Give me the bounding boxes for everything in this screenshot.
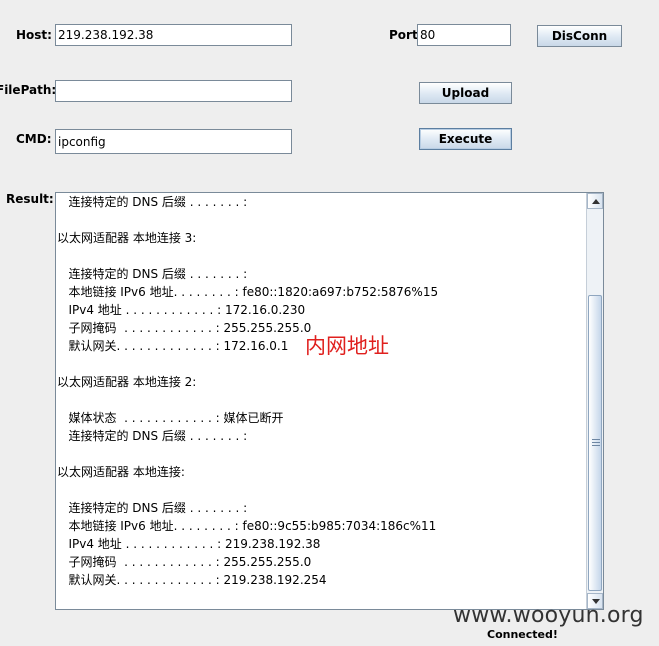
host-label: Host: (16, 28, 52, 42)
host-input[interactable] (55, 24, 292, 46)
result-line: 以太网适配器 本地连接: (57, 465, 185, 479)
result-line: 默认网关. . . . . . . . . . . . . : 219.238.… (57, 573, 327, 587)
cmd-label: CMD: (16, 132, 52, 146)
annotation-intranet-address: 内网地址 (305, 334, 389, 358)
triangle-up-icon (592, 199, 600, 204)
result-label: Result: (6, 192, 54, 206)
disconn-button[interactable]: DisConn (537, 25, 622, 47)
result-line: 媒体状态 . . . . . . . . . . . . : 媒体已断开 (57, 411, 284, 425)
result-line: 连接特定的 DNS 后缀 . . . . . . . : (57, 429, 248, 443)
filepath-label: FilePath: (0, 83, 57, 97)
filepath-input[interactable] (55, 80, 292, 102)
result-line: 连接特定的 DNS 后缀 . . . . . . . : (57, 267, 248, 281)
execute-button[interactable]: Execute (419, 128, 512, 150)
scrollbar-thumb[interactable] (588, 295, 602, 591)
result-line: 以太网适配器 本地连接 2: (57, 375, 197, 389)
result-line: IPv4 地址 . . . . . . . . . . . . : 172.16… (57, 303, 306, 317)
scroll-up-button[interactable] (587, 193, 603, 209)
result-line (56, 247, 586, 265)
result-line: 以太网适配器 本地连接 3: (57, 231, 197, 245)
result-line: 本地链接 IPv6 地址. . . . . . . . : fe80::9c55… (57, 519, 437, 533)
result-line (56, 445, 586, 463)
result-line: 连接特定的 DNS 后缀 . . . . . . . : (57, 195, 248, 209)
result-line (56, 211, 586, 229)
upload-button[interactable]: Upload (419, 82, 512, 104)
result-line (56, 391, 586, 409)
result-line: 连接特定的 DNS 后缀 . . . . . . . : (57, 501, 248, 515)
result-line: IPv4 地址 . . . . . . . . . . . . : 219.23… (57, 537, 321, 551)
cmd-input[interactable] (55, 129, 292, 154)
status-text: Connected! (487, 628, 558, 641)
result-scrollbar[interactable] (586, 193, 603, 609)
result-line: 本地链接 IPv6 地址. . . . . . . . : fe80::1820… (57, 285, 439, 299)
port-input[interactable] (417, 24, 511, 46)
result-line (56, 481, 586, 499)
result-textarea[interactable]: 连接特定的 DNS 后缀 . . . . . . . : 以太网适配器 本地连接 … (55, 192, 604, 610)
result-line: 子网掩码 . . . . . . . . . . . . : 255.255.2… (57, 555, 312, 569)
result-output-text[interactable]: 连接特定的 DNS 后缀 . . . . . . . : 以太网适配器 本地连接 … (56, 193, 586, 609)
watermark: www.wooyun.org (453, 603, 644, 628)
